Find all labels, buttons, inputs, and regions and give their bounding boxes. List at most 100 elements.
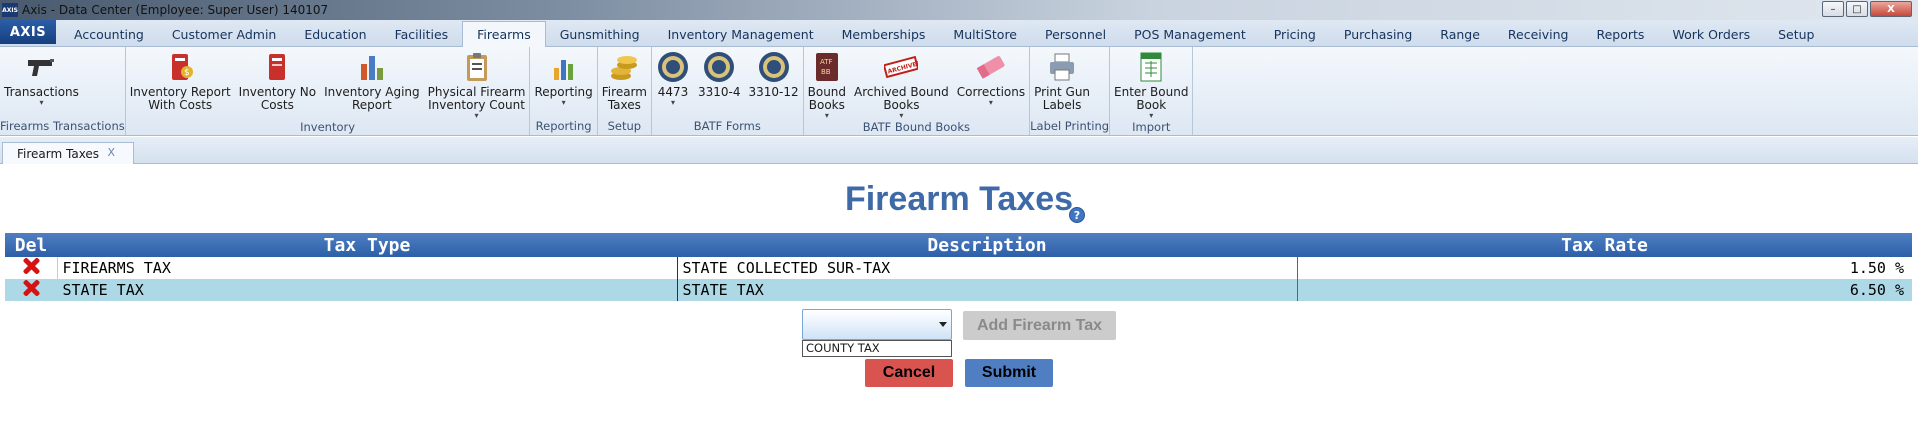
ribbon-button-firearm-taxes[interactable]: Firearm Taxes xyxy=(598,50,651,119)
dropdown-option-county-tax[interactable]: COUNTY TAX xyxy=(806,341,951,356)
ribbon-group-items: 4473 ▾ 3310-4 3310-12 xyxy=(652,47,803,119)
col-header-tax-rate: Tax Rate xyxy=(1297,233,1912,257)
seal-icon xyxy=(656,50,690,84)
close-window-button[interactable]: X xyxy=(1870,1,1912,17)
ribbon-button-inventory-aging-report[interactable]: Inventory Aging Report xyxy=(320,50,424,120)
menu-tab-gunsmithing[interactable]: Gunsmithing xyxy=(546,22,654,46)
menu-tab-personnel[interactable]: Personnel xyxy=(1031,22,1120,46)
menu-tab-education[interactable]: Education xyxy=(290,22,380,46)
chevron-down-icon: ▾ xyxy=(561,98,566,107)
menu-tab-reports[interactable]: Reports xyxy=(1582,22,1658,46)
col-header-del: Del xyxy=(5,233,57,257)
main-menu-bar: AXIS Accounting Customer Admin Education Fa… xyxy=(0,20,1918,47)
description-cell: STATE COLLECTED SUR-TAX xyxy=(676,257,1297,279)
tax-type-select[interactable] xyxy=(802,309,952,340)
submit-button[interactable]: Submit xyxy=(965,359,1053,387)
ribbon-group-label: BATF Forms xyxy=(693,119,761,133)
ribbon-button-label: 3310-4 xyxy=(697,85,741,99)
tax-type-cell: FIREARMS TAX xyxy=(56,257,677,279)
cancel-button[interactable]: Cancel xyxy=(865,359,953,387)
svg-text:ATF: ATF xyxy=(820,58,833,66)
tax-type-cell: STATE TAX xyxy=(56,279,677,301)
ribbon-group-import: Enter Bound Book ▾ Import xyxy=(1110,47,1194,135)
tax-rate-cell: 1.50 % xyxy=(1296,257,1912,279)
ribbon-button-inventory-no-costs[interactable]: Inventory No Costs xyxy=(235,50,320,120)
menu-tab-pricing[interactable]: Pricing xyxy=(1260,22,1330,46)
ribbon-button-physical-firearm-inventory-count[interactable]: Physical Firearm Inventory Count ▾ xyxy=(424,50,530,120)
ribbon-button-archived-bound-books[interactable]: ARCHIVED Archived Bound Books ▾ xyxy=(850,50,953,120)
ribbon-button-print-gun-labels[interactable]: Print Gun Labels xyxy=(1030,50,1094,119)
document-tab-strip: Firearm Taxes X xyxy=(0,137,1918,164)
chevron-down-icon: ▾ xyxy=(1149,111,1154,120)
coins-icon xyxy=(607,50,641,84)
menu-tab-pos-management[interactable]: POS Management xyxy=(1120,22,1260,46)
delete-icon[interactable] xyxy=(22,279,40,297)
bound-book-icon: ATF BB xyxy=(810,50,844,84)
delete-cell xyxy=(5,279,57,301)
window-title: Axis - Data Center (Employee: Super User… xyxy=(22,3,329,17)
ribbon-button-reporting[interactable]: Reporting ▾ xyxy=(530,50,596,119)
minimize-button[interactable]: – xyxy=(1822,1,1844,17)
ribbon-button-label: 3310-12 xyxy=(748,85,799,99)
menu-tab-multistore[interactable]: MultiStore xyxy=(939,22,1031,46)
ribbon-group-items: Enter Bound Book ▾ xyxy=(1110,47,1192,120)
ribbon-button-transactions[interactable]: Transactions ▾ xyxy=(0,50,83,119)
clipboard-icon xyxy=(460,50,494,84)
firearm-taxes-table: Del Tax Type Description Tax Rate FIREAR… xyxy=(5,233,1912,301)
ribbon-button-bound-books[interactable]: ATF BB Bound Books ▾ xyxy=(804,50,850,120)
ribbon-button-label-line2: Labels xyxy=(1042,98,1082,112)
window-controls: – □ X xyxy=(1822,1,1912,17)
menu-tab-inventory-management[interactable]: Inventory Management xyxy=(654,22,828,46)
ribbon-button-4473[interactable]: 4473 ▾ xyxy=(652,50,694,119)
close-tab-icon[interactable]: X xyxy=(107,146,115,159)
axis-logo-tab[interactable]: AXIS xyxy=(0,20,56,44)
menu-tab-purchasing[interactable]: Purchasing xyxy=(1330,22,1426,46)
window-title-bar: AXIS Axis - Data Center (Employee: Super… xyxy=(0,0,1918,20)
menu-tab-range[interactable]: Range xyxy=(1426,22,1494,46)
table-row: FIREARMS TAX STATE COLLECTED SUR-TAX 1.50 … xyxy=(5,257,1912,279)
svg-text:$: $ xyxy=(184,68,190,78)
menu-tab-firearms[interactable]: Firearms xyxy=(462,21,546,47)
menu-tab-customer-admin[interactable]: Customer Admin xyxy=(158,22,291,46)
ribbon-group-label: BATF Bound Books xyxy=(862,120,970,134)
pistol-icon xyxy=(24,50,58,84)
ribbon-button-label-line2: With Costs xyxy=(148,98,213,112)
chevron-down-icon: ▾ xyxy=(670,98,675,107)
restore-button[interactable]: □ xyxy=(1846,1,1868,17)
menu-tab-facilities[interactable]: Facilities xyxy=(381,22,463,46)
table-header-row: Del Tax Type Description Tax Rate xyxy=(5,233,1912,257)
col-header-tax-type: Tax Type xyxy=(57,233,677,257)
delete-icon[interactable] xyxy=(22,257,40,275)
ribbon-group-inventory: $ Inventory Report With Costs Inventory No C… xyxy=(126,47,531,135)
ribbon-group-firearms-transactions: Transactions ▾ Firearms Transactions xyxy=(0,47,126,135)
delete-cell xyxy=(5,257,57,279)
menu-tab-setup[interactable]: Setup xyxy=(1764,22,1828,46)
menu-tab-memberships[interactable]: Memberships xyxy=(828,22,940,46)
menu-tab-accounting[interactable]: Accounting xyxy=(60,22,158,46)
table-row: STATE TAX STATE TAX 6.50 % xyxy=(5,279,1912,301)
report-no-costs-icon xyxy=(260,50,294,84)
ribbon-group-items: Print Gun Labels xyxy=(1030,47,1109,119)
svg-text:BB: BB xyxy=(821,68,831,76)
description-cell: STATE TAX xyxy=(676,279,1297,301)
ribbon-group-label: Label Printing xyxy=(1030,119,1110,133)
ribbon-group-reporting: Reporting ▾ Reporting xyxy=(530,47,598,135)
ribbon-button-3310-12[interactable]: 3310-12 xyxy=(744,50,802,119)
ribbon-button-3310-4[interactable]: 3310-4 xyxy=(694,50,745,119)
aging-report-icon xyxy=(355,50,389,84)
tab-firearm-taxes[interactable]: Firearm Taxes X xyxy=(2,142,134,164)
add-firearm-tax-button[interactable]: Add Firearm Tax xyxy=(963,311,1116,340)
ribbon-group-label-printing: Print Gun Labels Label Printing xyxy=(1030,47,1111,135)
ribbon-button-corrections[interactable]: Corrections ▾ xyxy=(953,50,1029,120)
ribbon-group-label: Setup xyxy=(607,119,642,133)
ribbon-button-enter-bound-book[interactable]: Enter Bound Book ▾ xyxy=(1110,50,1192,120)
ribbon-group-batf-forms: 4473 ▾ 3310-4 3310-12 BATF Forms xyxy=(652,47,804,135)
bar-chart-icon xyxy=(547,50,581,84)
ribbon-button-inventory-report-with-costs[interactable]: $ Inventory Report With Costs xyxy=(126,50,235,120)
menu-tab-receiving[interactable]: Receiving xyxy=(1494,22,1583,46)
menu-tab-work-orders[interactable]: Work Orders xyxy=(1658,22,1764,46)
help-icon[interactable]: ? xyxy=(1069,207,1085,223)
chevron-down-icon xyxy=(939,322,947,327)
chevron-down-icon: ▾ xyxy=(474,111,479,120)
ribbon-group-label: Import xyxy=(1132,120,1171,134)
